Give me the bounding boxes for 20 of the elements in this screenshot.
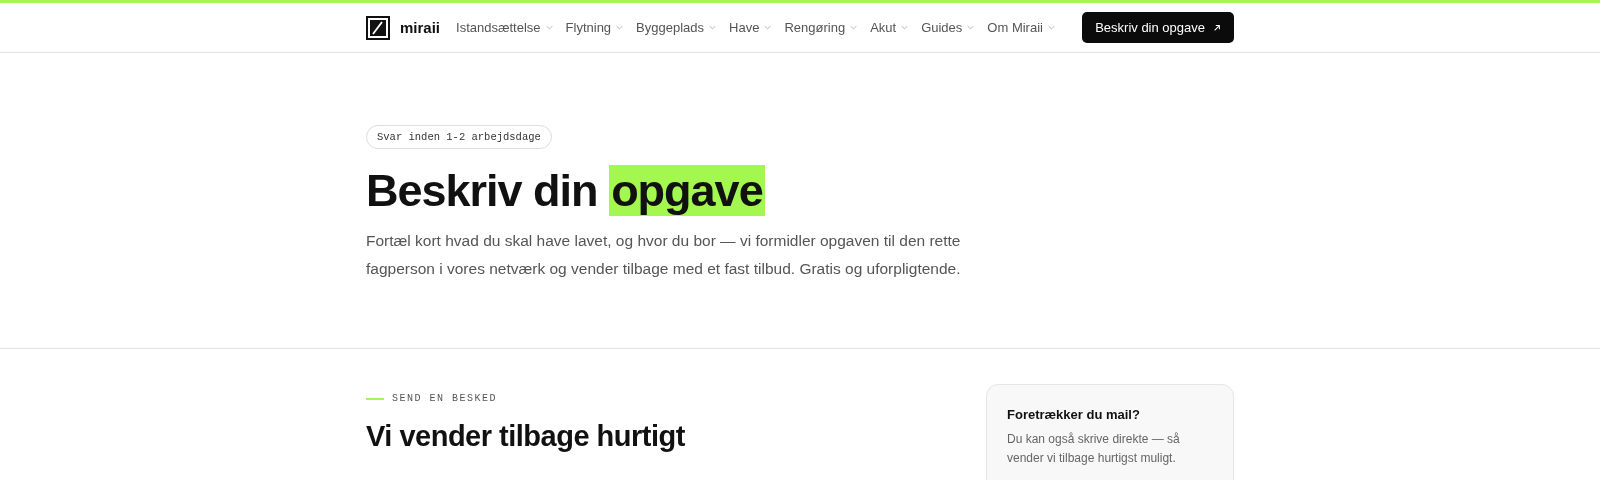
- card-title: Foretrækker du mail?: [1007, 407, 1141, 422]
- cta-button[interactable]: Beskriv din opgave: [1082, 12, 1234, 43]
- nav-link[interactable]: Have: [729, 20, 772, 35]
- lead-paragraph: Fortæl kort hvad du skal have lavet, og hvor du bor — vi formidler opgaven til den rette fagperson i vores netværk og vender tilbage med et fast tilbud. Gratis og uforpligtende.: [366, 231, 962, 279]
- nav-link[interactable]: Istandsættelse: [456, 20, 553, 35]
- nav-link[interactable]: Om Miraii: [987, 20, 1055, 35]
- card-text: Du kan også skrive direkte — så vender vi tilbage hurtigst muligt.: [1007, 431, 1181, 467]
- page-title: Beskriv din: [366, 165, 598, 216]
- nav-link[interactable]: Flytning: [565, 20, 624, 35]
- logo-text[interactable]: miraii: [400, 19, 441, 36]
- eyebrow-label: SEND EN BESKED: [392, 393, 497, 404]
- highlighted-title-word: opgave: [609, 165, 765, 216]
- logo-icon[interactable]: [366, 15, 390, 40]
- nav-link[interactable]: Byggeplads: [636, 20, 717, 35]
- nav-link[interactable]: Akut: [870, 20, 909, 35]
- accent-line: [366, 397, 384, 400]
- section-heading: Vi vender tilbage hurtigt: [366, 420, 685, 453]
- arrow-icon: [1213, 23, 1221, 32]
- nav-link[interactable]: Rengøring: [784, 20, 858, 35]
- nav-link[interactable]: Guides: [921, 20, 975, 35]
